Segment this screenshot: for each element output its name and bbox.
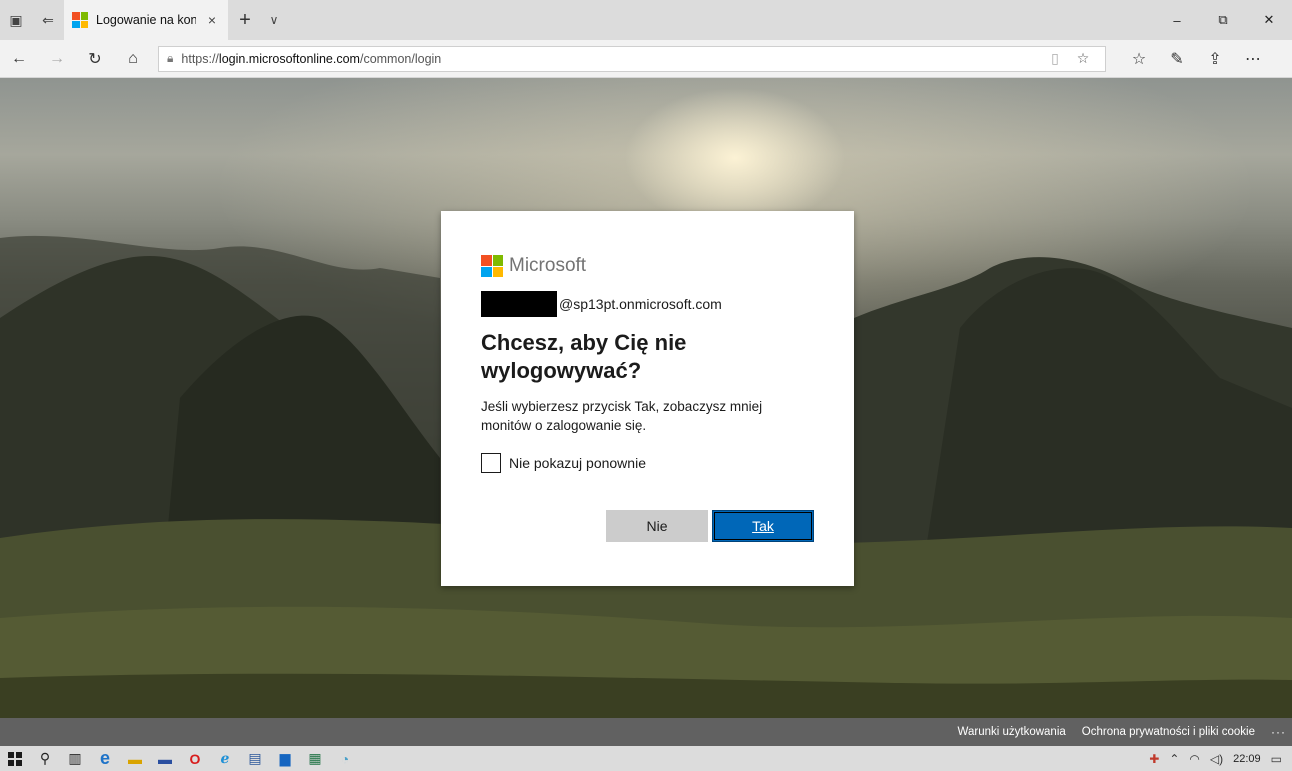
redacted-username (481, 291, 557, 317)
start-windows-icon[interactable] (0, 746, 30, 771)
dialog-title: Chcesz, aby Cię nie wylogowywać? (481, 330, 687, 383)
no-button[interactable]: Nie (606, 510, 708, 542)
home-icon[interactable]: ⌂ (114, 40, 152, 78)
back-arrow-icon[interactable]: ← (0, 40, 38, 78)
more-options-icon[interactable]: ⋯ (1234, 40, 1272, 78)
restore-button[interactable]: ⧉ (1200, 0, 1246, 40)
microsoft-logo-icon (481, 255, 503, 277)
security-alert-icon[interactable]: ✚ (1149, 752, 1159, 766)
account-identity: @sp13pt.onmicrosoft.com (481, 291, 810, 317)
microsoft-wordmark: Microsoft (509, 255, 587, 276)
tab-menu-chevron-icon[interactable]: ∨ (262, 0, 286, 40)
yes-button[interactable]: Tak (712, 510, 814, 542)
footer-more-button[interactable]: ··· (1271, 725, 1286, 739)
tab-preview-icon[interactable]: ▣ (0, 0, 32, 40)
account-domain: @sp13pt.onmicrosoft.com (559, 296, 722, 312)
task-view-icon[interactable]: ▥ (60, 746, 90, 771)
forward-arrow-icon[interactable]: → (38, 40, 76, 78)
file-explorer-icon[interactable]: ▬ (120, 746, 150, 771)
microsoft-logo-icon (72, 12, 88, 28)
address-bar[interactable]: 🔒︎ https://login.microsoftonline.com/com… (158, 45, 1106, 72)
dialog-buttons: Nie Tak (606, 510, 814, 542)
opera-browser-icon[interactable]: O (180, 746, 210, 771)
excel-icon[interactable]: ▦ (300, 746, 330, 771)
url-scheme: https:// (181, 51, 219, 66)
volume-icon[interactable]: ◁) (1210, 752, 1223, 766)
clock[interactable]: 22:09 (1233, 753, 1261, 765)
share-icon[interactable]: ⇪ (1196, 40, 1234, 78)
address-url[interactable]: https://login.microsoftonline.com/common… (181, 52, 1041, 66)
web-note-pen-icon[interactable]: ✎ (1158, 40, 1196, 78)
tab-close-icon[interactable]: × (204, 12, 220, 28)
tab-active[interactable]: Logowanie na koncie × (64, 0, 228, 40)
windows-taskbar: ⚲ ▥ e ▬ ▬ O ℯ ▤ ▆ ▦ ◔ ✚ ⌃ ◠ ◁) 22:09 ▭ (0, 746, 1292, 771)
tab-title: Logowanie na koncie (96, 13, 196, 27)
stay-signed-in-dialog: Microsoft @sp13pt.onmicrosoft.com Chcesz… (441, 211, 854, 586)
microsoft-logo: Microsoft (481, 255, 810, 277)
internet-explorer-icon[interactable]: ℯ (210, 746, 240, 771)
tab-bar-drag-area[interactable] (286, 0, 1154, 40)
favorite-star-icon[interactable]: ☆ (1069, 50, 1097, 67)
minimize-button[interactable]: – (1154, 0, 1200, 40)
dialog-description: Jeśli wybierzesz przycisk Tak, zobaczysz… (481, 399, 763, 433)
url-host: login.microsoftonline.com (218, 51, 360, 66)
edge-browser-icon[interactable]: e (90, 746, 120, 771)
sign-in-background: Microsoft @sp13pt.onmicrosoft.com Chcesz… (0, 78, 1292, 718)
checkbox-box[interactable] (481, 453, 501, 473)
search-icon[interactable]: ⚲ (30, 746, 60, 771)
dont-show-again-checkbox[interactable]: Nie pokazuj ponownie (481, 453, 810, 473)
taskbar-app-icon[interactable]: ▬ (150, 746, 180, 771)
tab-bar: ▣ ⇐ Logowanie na koncie × + ∨ – ⧉ ✕ (0, 0, 1292, 40)
word-document-icon[interactable]: ▤ (240, 746, 270, 771)
show-hidden-icons-chevron-icon[interactable]: ⌃ (1169, 752, 1179, 766)
system-tray: ✚ ⌃ ◠ ◁) 22:09 ▭ (1149, 752, 1292, 766)
refresh-icon[interactable]: ↻ (76, 40, 114, 78)
new-tab-button[interactable]: + (228, 0, 262, 40)
page-footer: Warunki użytkowania Ochrona prywatności … (0, 718, 1292, 746)
navigation-bar: ← → ↻ ⌂ 🔒︎ https://login.microsoftonline… (0, 40, 1292, 78)
url-path: /common/login (359, 51, 442, 66)
photos-app-icon[interactable]: ▆ (270, 746, 300, 771)
wifi-icon[interactable]: ◠ (1189, 752, 1199, 766)
lock-icon[interactable]: 🔒︎ (167, 51, 173, 66)
close-window-button[interactable]: ✕ (1246, 0, 1292, 40)
terms-of-use-link[interactable]: Warunki użytkowania (958, 726, 1066, 738)
privacy-cookies-link[interactable]: Ochrona prywatności i pliki cookie (1082, 726, 1255, 738)
reading-view-icon[interactable]: ▯ (1041, 50, 1069, 67)
checkbox-label[interactable]: Nie pokazuj ponownie (509, 455, 646, 471)
taskbar-utility-icon[interactable]: ◔ (330, 746, 360, 771)
set-aside-tabs-icon[interactable]: ⇐ (32, 0, 64, 40)
favorites-hub-icon[interactable]: ☆ (1120, 40, 1158, 78)
notifications-icon[interactable]: ▭ (1271, 752, 1282, 766)
